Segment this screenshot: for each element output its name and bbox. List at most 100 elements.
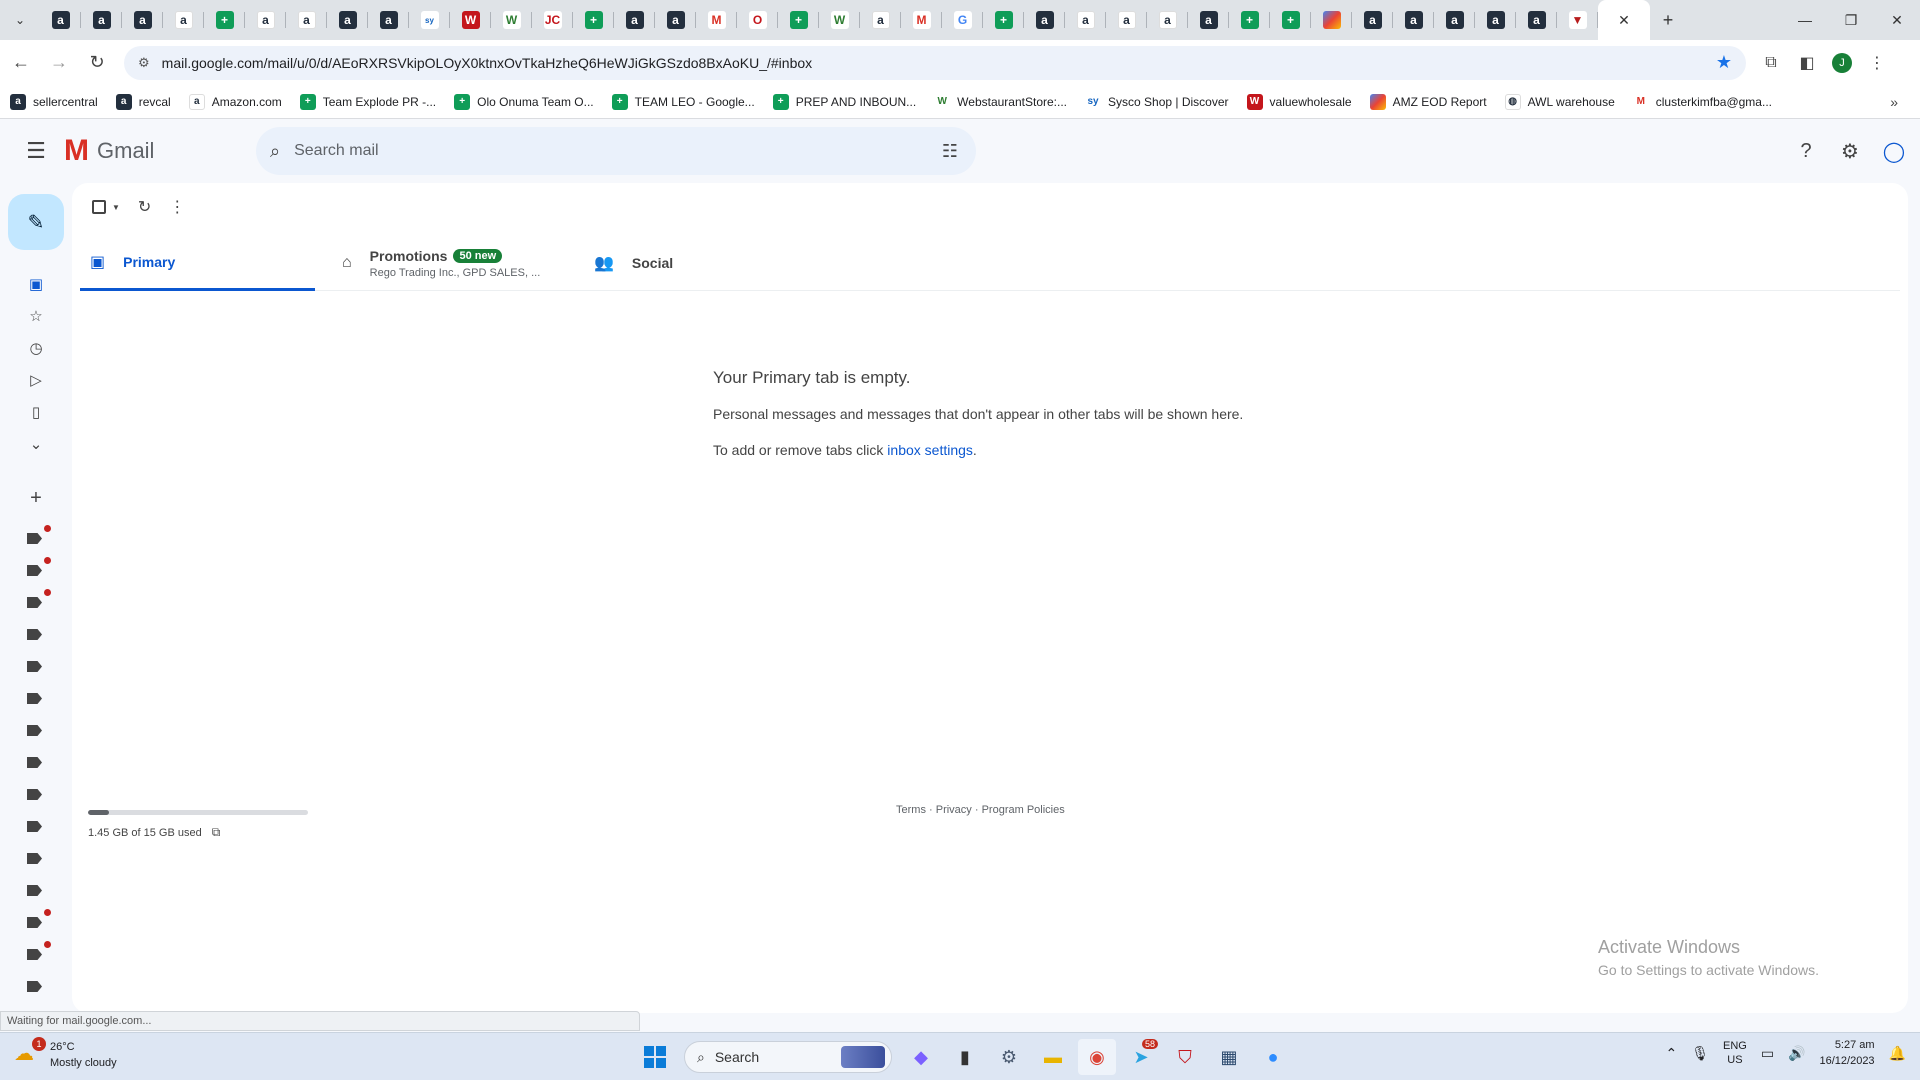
weather-widget[interactable]: ☁ 1 26°C Mostly cloudy	[14, 1037, 117, 1071]
label-tag-icon[interactable]	[27, 917, 42, 928]
browser-tab[interactable]: a	[1147, 0, 1188, 40]
volume-icon[interactable]: 🔊	[1788, 1045, 1805, 1062]
browser-tab[interactable]: a	[1393, 0, 1434, 40]
browser-tab[interactable]: a	[1065, 0, 1106, 40]
sent-icon[interactable]: ▷	[24, 368, 48, 392]
program-policies-link[interactable]: Program Policies	[982, 804, 1065, 816]
bookmark-item[interactable]: ◍ AWL warehouse	[1504, 93, 1615, 110]
browser-tab[interactable]: M	[901, 0, 942, 40]
browser-tab[interactable]: a	[122, 0, 163, 40]
browser-tab[interactable]: +	[573, 0, 614, 40]
network-icon[interactable]: ▭	[1761, 1045, 1774, 1062]
browser-tab[interactable]: a	[368, 0, 409, 40]
bookmark-item[interactable]: Mclusterkimfba@gma...	[1632, 93, 1772, 110]
browser-tab[interactable]: sy	[409, 0, 450, 40]
site-info-icon[interactable]: ⚙	[138, 55, 150, 71]
profile-avatar[interactable]: J	[1832, 52, 1852, 73]
search-icon[interactable]: ⌕	[270, 141, 280, 162]
input-language[interactable]: ENG US	[1723, 1039, 1747, 1067]
label-tag-icon[interactable]	[27, 853, 42, 864]
browser-tab[interactable]: M	[696, 0, 737, 40]
inbox-icon[interactable]: ▣	[24, 272, 48, 296]
notifications-bell-icon[interactable]: 🔔	[1889, 1045, 1906, 1062]
close-tab-icon[interactable]: ✕	[1618, 12, 1630, 29]
clock[interactable]: 5:27 am 16/12/2023	[1820, 1037, 1875, 1069]
address-bar[interactable]: ⚙ mail.google.com/mail/u/0/d/AEoRXRSVkip…	[124, 45, 1746, 80]
taskbar-search[interactable]: ⌕ Search	[684, 1041, 892, 1073]
label-tag-icon[interactable]	[27, 789, 42, 800]
label-tag-icon[interactable]	[27, 981, 42, 992]
browser-tab[interactable]: W	[491, 0, 532, 40]
bookmark-item[interactable]: + PREP AND INBOUN...	[772, 93, 916, 110]
browser-tab[interactable]: G	[942, 0, 983, 40]
reload-icon[interactable]: ↻	[80, 46, 114, 80]
browser-menu-icon[interactable]: ⋮	[1866, 52, 1888, 74]
bookmark-item[interactable]: + Olo Onuma Team O...	[454, 93, 594, 110]
tab-primary[interactable]: ▣ Primary	[80, 235, 315, 291]
more-chevron-icon[interactable]: ⌄	[24, 432, 48, 456]
microphone-icon[interactable]: 🎙	[1691, 1045, 1709, 1062]
tab-social[interactable]: 👥 Social	[594, 235, 673, 291]
back-icon[interactable]: ←	[4, 46, 38, 80]
bookmark-item[interactable]: a sellercentral	[10, 93, 98, 110]
browser-tab[interactable]: a	[1188, 0, 1229, 40]
forward-icon[interactable]: →	[42, 46, 76, 80]
telegram-icon[interactable]: ➤ 58	[1122, 1039, 1160, 1075]
settings-app-icon[interactable]: ⚙	[990, 1039, 1028, 1075]
label-tag-icon[interactable]	[27, 885, 42, 896]
more-options-icon[interactable]: ⋮	[169, 197, 185, 217]
browser-tab[interactable]: a	[614, 0, 655, 40]
browser-tab[interactable]: a	[1434, 0, 1475, 40]
browser-tab[interactable]: +	[983, 0, 1024, 40]
bookmark-item[interactable]: Wvaluewholesale	[1246, 93, 1352, 110]
file-explorer-icon[interactable]: ▬	[1034, 1039, 1072, 1075]
tab-search-chevron-icon[interactable]: ⌄	[0, 0, 40, 40]
tab-promotions[interactable]: ⌂ Promotions 50 new Rego Trading Inc., G…	[342, 235, 540, 291]
label-tag-icon[interactable]	[27, 821, 42, 832]
browser-tab[interactable]: a	[163, 0, 204, 40]
copilot-icon[interactable]: ◆	[902, 1039, 940, 1075]
browser-tab[interactable]: a	[81, 0, 122, 40]
browser-tab[interactable]: +	[1229, 0, 1270, 40]
account-avatar-icon[interactable]: ◯	[1878, 127, 1910, 175]
extensions-icon[interactable]: ⧉	[1760, 52, 1782, 74]
bookmark-item[interactable]: + TEAM LEO - Google...	[611, 93, 755, 110]
label-tag-icon[interactable]	[27, 757, 42, 768]
settings-gear-icon[interactable]: ⚙	[1834, 127, 1866, 175]
browser-tab[interactable]: O	[737, 0, 778, 40]
calculator-icon[interactable]: ▦	[1210, 1039, 1248, 1075]
browser-tab[interactable]: a	[1352, 0, 1393, 40]
bookmark-item[interactable]: sy Sysco Shop | Discover	[1085, 93, 1229, 110]
browser-tab[interactable]: W	[450, 0, 491, 40]
snoozed-clock-icon[interactable]: ◷	[24, 336, 48, 360]
restore-icon[interactable]: ❐	[1828, 0, 1874, 40]
compose-button[interactable]: ✎	[8, 194, 64, 250]
browser-tab[interactable]: ▼	[1557, 0, 1598, 40]
chrome-icon[interactable]: ◉	[1078, 1039, 1116, 1075]
browser-tab[interactable]: a	[286, 0, 327, 40]
browser-tab[interactable]	[1311, 0, 1352, 40]
close-window-icon[interactable]: ✕	[1874, 0, 1920, 40]
minimize-icon[interactable]: —	[1782, 0, 1828, 40]
bookmark-item[interactable]: a Amazon.com	[188, 93, 282, 110]
select-dropdown-icon[interactable]: ▼	[112, 203, 120, 212]
browser-tab[interactable]: +	[778, 0, 819, 40]
bookmarks-overflow-icon[interactable]: »	[1890, 94, 1898, 110]
browser-tab[interactable]: a	[1475, 0, 1516, 40]
bookmark-item[interactable]: a revcal	[115, 93, 171, 110]
browser-tab[interactable]: +	[1270, 0, 1311, 40]
label-tag-icon[interactable]	[27, 693, 42, 704]
refresh-icon[interactable]: ↻	[138, 197, 151, 217]
active-tab[interactable]: ✕	[1598, 0, 1650, 40]
browser-tab[interactable]: a	[1106, 0, 1147, 40]
browser-tab[interactable]: a	[655, 0, 696, 40]
label-tag-icon[interactable]	[27, 533, 42, 544]
label-tag-icon[interactable]	[27, 565, 42, 576]
bookmark-item[interactable]: AMZ EOD Report	[1369, 93, 1487, 110]
browser-tab[interactable]: +	[204, 0, 245, 40]
mcafee-icon[interactable]: ⛉	[1166, 1039, 1204, 1075]
new-tab-button[interactable]: +	[1650, 0, 1686, 40]
main-menu-icon[interactable]: ☰	[12, 127, 60, 175]
label-tag-icon[interactable]	[27, 661, 42, 672]
label-tag-icon[interactable]	[27, 949, 42, 960]
